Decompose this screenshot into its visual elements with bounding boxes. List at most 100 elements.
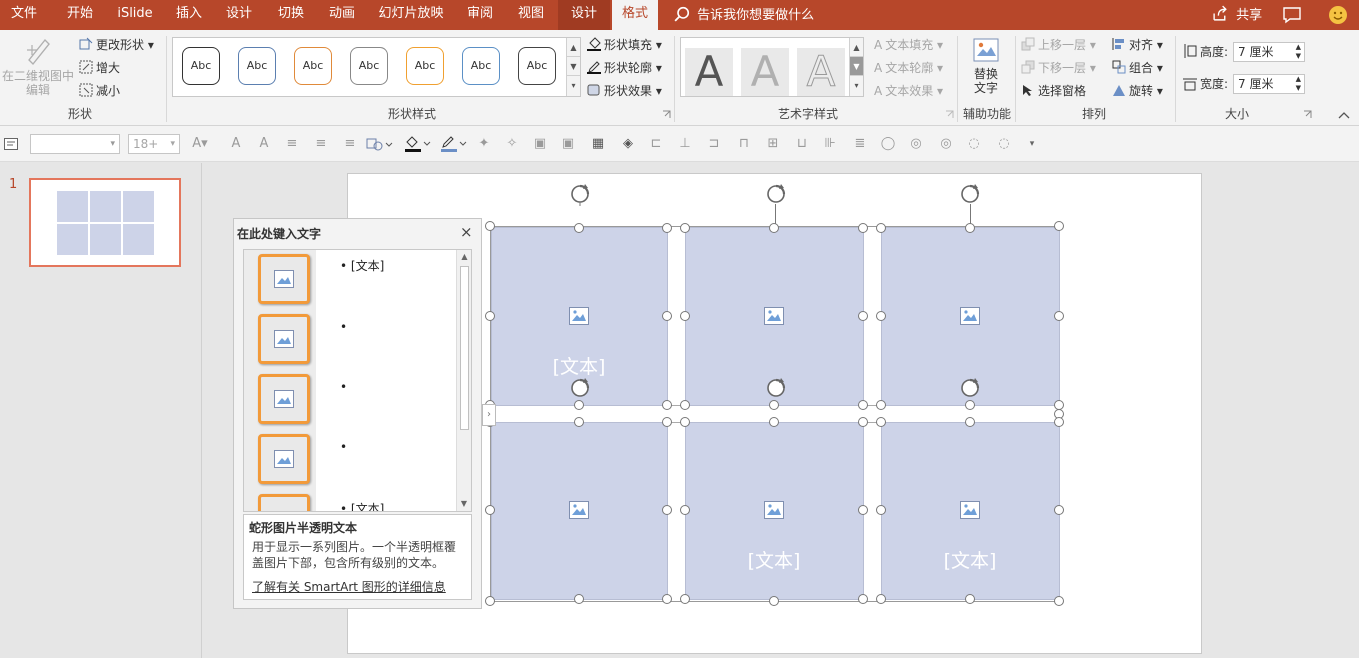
resize-handle[interactable]: [662, 505, 672, 515]
combine-shapes-icon[interactable]: ◎: [908, 136, 924, 152]
tab-islide[interactable]: iSlide: [112, 0, 158, 30]
align-left-objects-icon[interactable]: ⊏: [648, 136, 664, 152]
picture-item[interactable]: [258, 374, 310, 424]
distribute-vertical-icon[interactable]: ≣: [852, 136, 868, 152]
resize-handle[interactable]: [858, 223, 868, 233]
resize-handle[interactable]: [1054, 505, 1064, 515]
align-button[interactable]: 对齐 ▾: [1112, 35, 1163, 55]
text-bullet[interactable]: • [文本]: [340, 500, 384, 511]
learn-more-link[interactable]: 了解有关 SmartArt 图形的详细信息: [252, 578, 446, 595]
tab-home[interactable]: 开始: [58, 0, 102, 30]
wordart-style-swatch[interactable]: A: [741, 48, 789, 96]
shape-fill-button[interactable]: 形状填充 ▾: [587, 35, 662, 55]
resize-handle[interactable]: [769, 417, 779, 427]
animation-icon[interactable]: ◈: [620, 136, 636, 152]
resize-handle[interactable]: [965, 400, 975, 410]
collapse-ribbon-icon[interactable]: [1338, 110, 1350, 120]
change-shape-button[interactable]: 更改形状 ▾: [79, 35, 154, 55]
tab-design[interactable]: 设计: [218, 0, 260, 30]
send-backward-button[interactable]: 下移一层 ▾: [1021, 58, 1096, 78]
rotate-handle-icon[interactable]: [764, 376, 788, 400]
text-entry-area[interactable]: • [文本] • • • • [文本] ▲ ▼: [243, 249, 472, 512]
wordart-style-swatch[interactable]: A: [797, 47, 845, 96]
picture-placeholder-icon[interactable]: [764, 307, 784, 325]
tab-review[interactable]: 审阅: [459, 0, 501, 30]
resize-handle[interactable]: [574, 594, 584, 604]
effects-icon[interactable]: ✧: [504, 136, 520, 152]
selection-pane-button[interactable]: 选择窗格: [1021, 81, 1086, 101]
decrease-font-icon[interactable]: A: [256, 136, 272, 152]
resize-handle[interactable]: [485, 221, 495, 231]
resize-handle[interactable]: [1054, 221, 1064, 231]
height-input[interactable]: 7 厘米 ▲ ▼: [1233, 42, 1305, 62]
shape-effects-button[interactable]: 形状效果 ▾: [587, 81, 662, 101]
align-right-icon[interactable]: ≡: [342, 136, 358, 152]
gallery-more-arrow[interactable]: ▾: [567, 76, 580, 95]
outline-color-icon[interactable]: [440, 135, 468, 153]
scroll-thumb[interactable]: [460, 266, 469, 430]
text-fill-button[interactable]: A 文本填充 ▾: [874, 35, 943, 55]
shape-style-swatch[interactable]: Abc: [238, 47, 276, 85]
shapes-icon[interactable]: [366, 136, 394, 152]
text-effects-button[interactable]: A 文本效果 ▾: [874, 81, 943, 101]
share-button[interactable]: 共享: [1212, 5, 1268, 25]
cell-text[interactable]: [文本]: [910, 546, 1030, 573]
font-size-dropdown[interactable]: 18+ ▾: [128, 134, 180, 154]
resize-handle[interactable]: [858, 400, 868, 410]
tab-transitions[interactable]: 切换: [270, 0, 312, 30]
resize-handle[interactable]: [485, 311, 495, 321]
group-button[interactable]: 组合 ▾: [1112, 58, 1163, 78]
resize-handle[interactable]: [876, 417, 886, 427]
resize-handle[interactable]: [1054, 311, 1064, 321]
resize-handle[interactable]: [876, 505, 886, 515]
picture-placeholder-icon[interactable]: [960, 501, 980, 519]
resize-handle[interactable]: [858, 505, 868, 515]
rotate-button[interactable]: 旋转 ▾: [1112, 81, 1163, 101]
rotate-handle-icon[interactable]: [568, 376, 592, 400]
rotate-handle-icon[interactable]: [764, 182, 788, 206]
text-bullet[interactable]: •: [340, 380, 347, 394]
tab-animations[interactable]: 动画: [320, 0, 364, 30]
gallery-down-arrow[interactable]: ▼: [567, 57, 580, 76]
resize-handle[interactable]: [769, 400, 779, 410]
resize-handle[interactable]: [1054, 417, 1064, 427]
comment-icon[interactable]: [1282, 6, 1302, 24]
shape-style-swatch[interactable]: Abc: [462, 47, 500, 85]
tab-file[interactable]: 文件: [0, 0, 48, 30]
align-top-icon[interactable]: ⊓: [736, 136, 752, 152]
picture-placeholder-icon[interactable]: [764, 501, 784, 519]
shape-style-swatch[interactable]: Abc: [406, 47, 444, 85]
send-backward-icon[interactable]: ▣: [560, 136, 576, 152]
fill-color-icon[interactable]: [404, 135, 432, 153]
resize-handle[interactable]: [876, 223, 886, 233]
distribute-horizontal-icon[interactable]: ⊪: [822, 136, 838, 152]
font-color-dropdown[interactable]: A▾: [192, 136, 208, 152]
align-middle-icon[interactable]: ⊞: [765, 136, 781, 152]
tab-format[interactable]: 格式: [612, 0, 658, 30]
resize-handle[interactable]: [680, 417, 690, 427]
slide-thumbnail[interactable]: [29, 178, 181, 267]
dialog-launcher-icon[interactable]: [1303, 110, 1312, 119]
format-painter-icon[interactable]: ✦: [476, 136, 492, 152]
larger-button[interactable]: 增大: [79, 58, 120, 78]
resize-handle[interactable]: [680, 223, 690, 233]
resize-handle[interactable]: [662, 400, 672, 410]
tab-insert[interactable]: 插入: [168, 0, 210, 30]
tab-slideshow[interactable]: 幻灯片放映: [374, 0, 448, 30]
wordart-gallery[interactable]: A A A ▲ ▼ ▾: [680, 37, 864, 97]
gallery-scroll[interactable]: ▲ ▼ ▾: [849, 38, 863, 96]
text-outline-button[interactable]: A 文本轮廓 ▾: [874, 58, 943, 78]
scroll-down-arrow[interactable]: ▼: [457, 497, 471, 511]
resize-handle[interactable]: [662, 311, 672, 321]
union-shapes-icon[interactable]: ◯: [880, 136, 896, 152]
close-icon[interactable]: ×: [460, 223, 473, 241]
resize-handle[interactable]: [574, 400, 584, 410]
cell-text[interactable]: [文本]: [519, 352, 639, 379]
resize-handle[interactable]: [680, 594, 690, 604]
resize-handle[interactable]: [680, 311, 690, 321]
text-bullet[interactable]: • [文本]: [340, 257, 384, 274]
cell-text[interactable]: [文本]: [714, 546, 834, 573]
width-input[interactable]: 7 厘米 ▲ ▼: [1233, 74, 1305, 94]
align-right-objects-icon[interactable]: ⊐: [706, 136, 722, 152]
wordart-style-swatch[interactable]: A: [685, 48, 733, 96]
